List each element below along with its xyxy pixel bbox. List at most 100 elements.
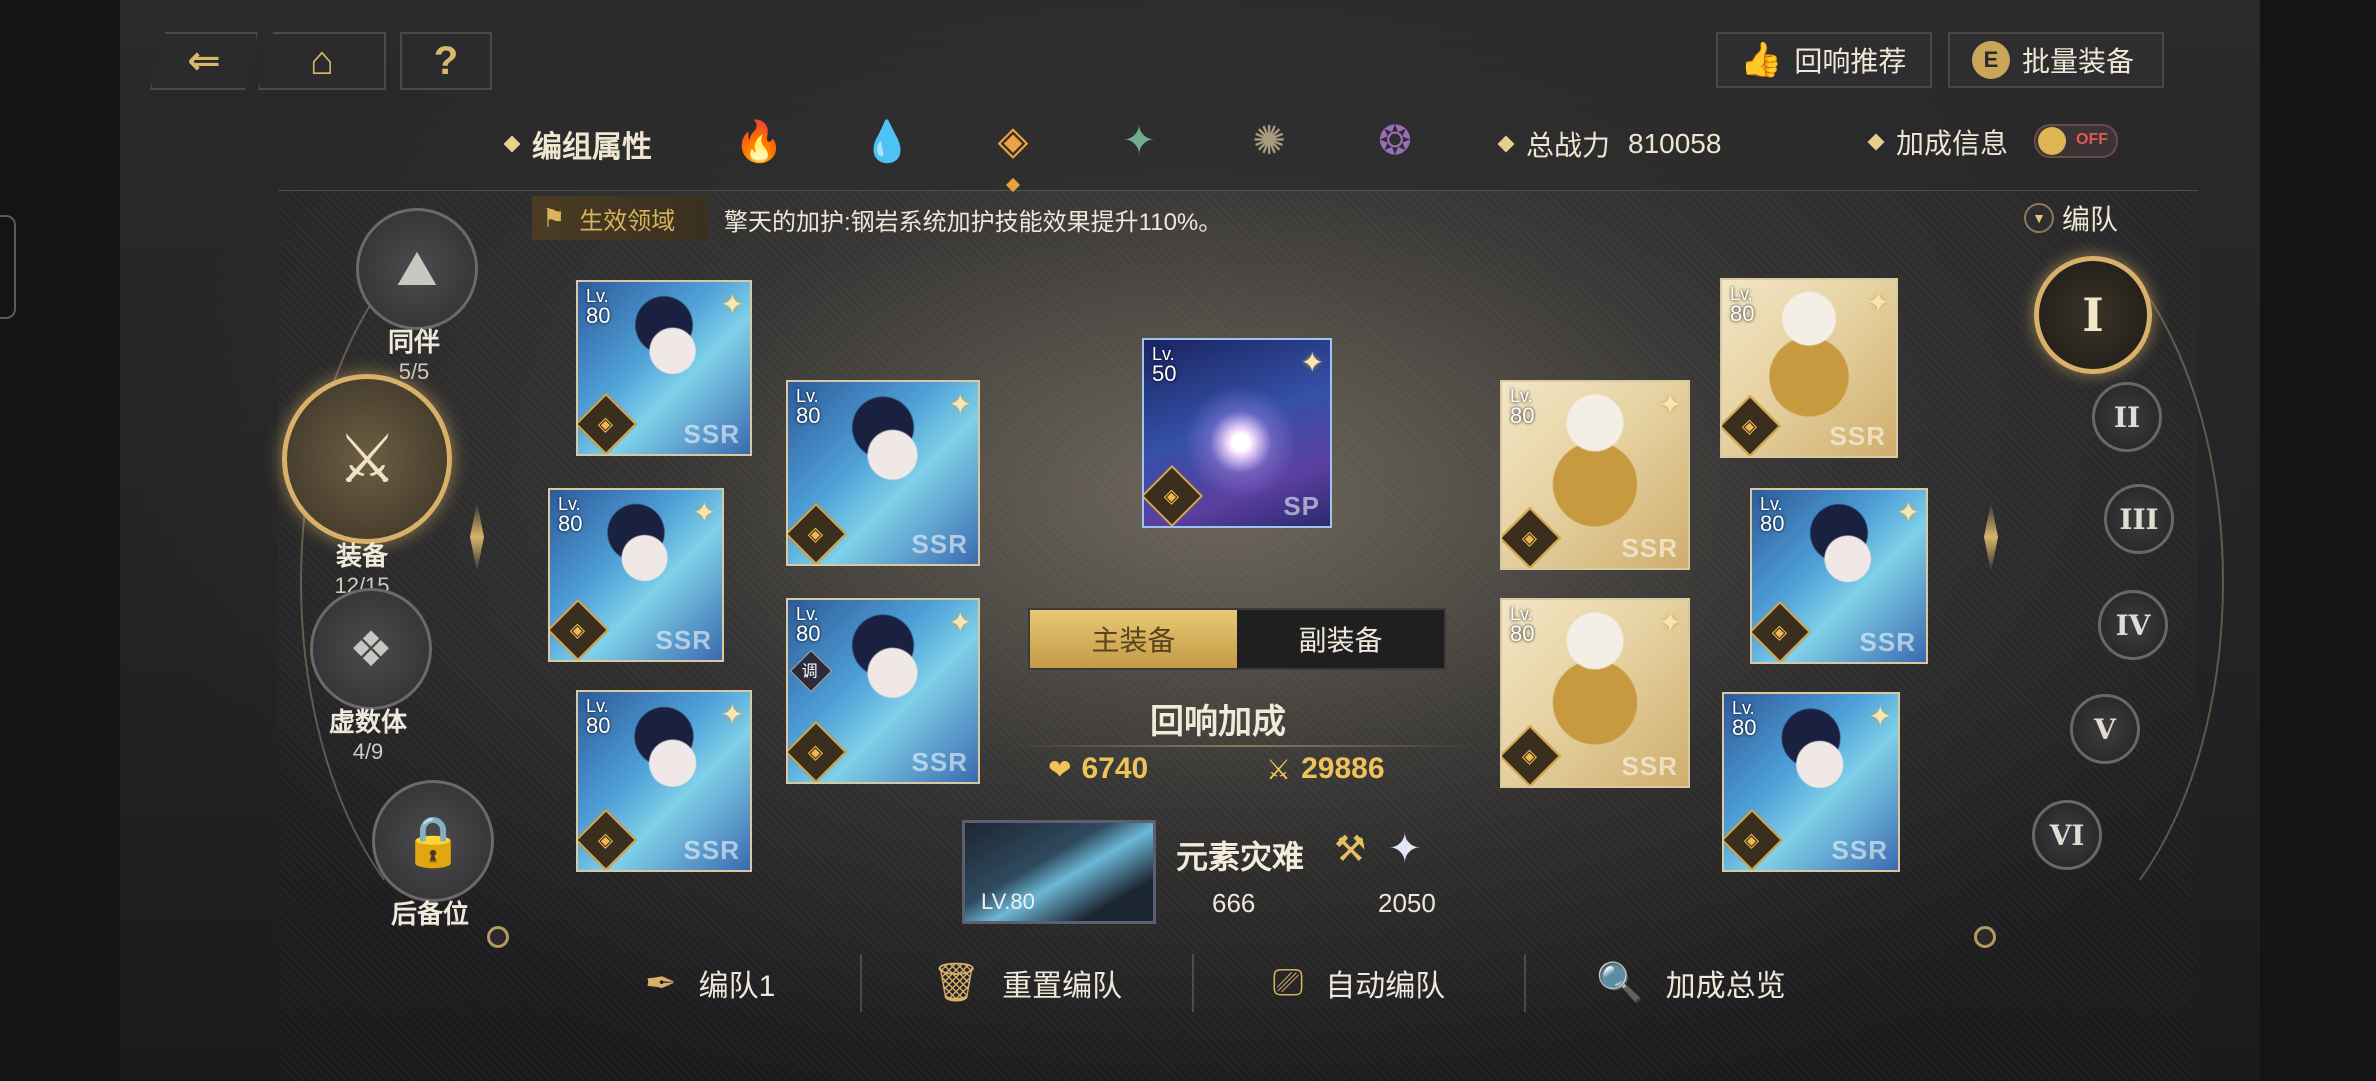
total-power: 总战力 810058: [1497, 124, 1722, 164]
rarity-label: SSR: [1859, 627, 1916, 657]
category-label: 后备位: [390, 899, 469, 929]
category-label: 虚数体: [328, 707, 407, 737]
rock-element-icon: ◈: [578, 392, 638, 454]
star-icon: ✦: [1658, 389, 1682, 420]
bottom-action-1[interactable]: ✒ 编队1: [560, 940, 860, 1026]
rarity-label: SSR: [1829, 421, 1886, 451]
weapon-value-1: 666: [1212, 888, 1256, 918]
right-node: [1974, 926, 1996, 948]
effect-field-badge: ⚑ 生效领域: [532, 196, 708, 240]
home-button[interactable]: ⌂: [258, 32, 386, 90]
star-icon: ✦: [692, 497, 716, 528]
fire-element-icon[interactable]: 🔥: [730, 112, 788, 170]
bonus-info-toggle[interactable]: OFF: [2034, 124, 2118, 158]
card-level: Lv. 80: [1760, 494, 1785, 536]
home-icon: ⌂: [309, 38, 335, 83]
bottom-action-3[interactable]: ⎚ 自动编队: [1194, 940, 1524, 1026]
water-element-icon[interactable]: 💧: [858, 112, 916, 170]
bottom-action-2[interactable]: 🗑 重置编队: [862, 940, 1192, 1026]
bottom-action-label: 编队1: [698, 970, 776, 1003]
rock-element-icon: ◈: [1144, 464, 1204, 526]
category-count: 4/9: [352, 739, 384, 764]
team-1-button[interactable]: I: [2034, 256, 2152, 374]
card-level: Lv. 80: [1730, 284, 1755, 326]
card-level: Lv. 80: [1510, 386, 1535, 428]
divider: [1008, 745, 1478, 747]
rock-element-icon[interactable]: ◈: [984, 112, 1042, 170]
hammer-icon: ⚒: [1334, 828, 1367, 869]
card-level: Lv. 80: [796, 386, 821, 428]
team-2-button[interactable]: II: [2092, 382, 2162, 452]
echo-recommend-button[interactable]: 👍 回响推荐: [1716, 32, 1932, 88]
category-label: 装备: [335, 541, 388, 571]
category-1[interactable]: ⛰ 同伴 5/5: [356, 208, 478, 385]
rock-element-icon: ◈: [1724, 808, 1784, 870]
bonus-info-label: 加成信息: [1867, 122, 2008, 162]
equipment-card[interactable]: Lv. 80 ✦ ◈ SSR: [576, 280, 752, 456]
star-icon: ✦: [1658, 607, 1682, 638]
dark-element-icon[interactable]: ❂: [1366, 112, 1424, 170]
chevron-down-icon: ▼: [2024, 203, 2054, 233]
light-element-icon[interactable]: ✺: [1240, 112, 1298, 170]
help-icon: ?: [433, 38, 459, 83]
side-handle[interactable]: [0, 215, 16, 319]
echo-atk: ⚔ 29886: [1266, 752, 1385, 785]
equip-tabs: 主装备 副装备: [1028, 608, 1446, 670]
star-shard-icon: ✦: [1388, 827, 1422, 871]
total-power-value: 810058: [1628, 128, 1722, 159]
category-4[interactable]: 🔒 后备位: [372, 780, 494, 931]
team-3-button[interactable]: III: [2104, 484, 2174, 554]
equipment-card[interactable]: Lv. 80 ✦ ◈ SSR: [1500, 598, 1690, 788]
category-2[interactable]: ⚔ 装备 12/15: [282, 374, 452, 599]
heart-icon: ❤: [1048, 753, 1072, 785]
right-ornament: [1976, 492, 2006, 582]
wind-element-icon[interactable]: ✦: [1110, 112, 1168, 170]
equipment-card[interactable]: Lv. 80 ✦ ◈ SSR: [576, 690, 752, 872]
team-dropdown[interactable]: ▼ 编队: [2024, 198, 2118, 238]
equipment-card[interactable]: Lv. 80 ✦ ◈ SSR: [1720, 278, 1898, 458]
category-3[interactable]: ❖ 虚数体 4/9: [310, 588, 432, 765]
team-5-button[interactable]: V: [2070, 694, 2140, 764]
equipment-card[interactable]: Lv. 80 ✦ ◈ SSR: [1722, 692, 1900, 872]
team-6-button[interactable]: VI: [2032, 800, 2102, 870]
left-ornament: [462, 492, 492, 582]
star-icon: ✦: [720, 289, 744, 320]
auto-team-icon: ⎚: [1272, 961, 1304, 1004]
card-level: Lv. 50: [1152, 344, 1177, 386]
rock-element-icon: ◈: [578, 808, 638, 870]
lock-icon: 🔒: [372, 780, 494, 902]
rock-element-icon: ◈: [1502, 506, 1562, 568]
card-level: Lv. 80: [586, 696, 611, 738]
equipment-card[interactable]: Lv. 80 ✦ ◈ SSR: [548, 488, 724, 662]
equipment-card[interactable]: Lv. 80 ✦ ◈ SSR: [786, 380, 980, 566]
back-arrow-icon: ⇐: [187, 39, 221, 83]
quill-icon: ✒: [644, 962, 677, 1005]
effect-field-text: 擎天的加护:钢岩系统加护技能效果提升110%。: [724, 209, 1223, 236]
star-icon: ✦: [1866, 287, 1890, 318]
batch-equip-button[interactable]: E 批量装备: [1948, 32, 2164, 88]
star-icon: ✦: [948, 389, 972, 420]
equipment-card[interactable]: Lv. 80 ✦ ◈ SSR: [1500, 380, 1690, 570]
equipment-card[interactable]: Lv. 80 ✦ 调 ◈ SSR: [786, 598, 980, 784]
category-label: 同伴: [387, 327, 440, 357]
equipment-card[interactable]: Lv. 80 ✦ ◈ SSR: [1750, 488, 1928, 664]
rock-element-icon: ◈: [788, 720, 848, 782]
back-button[interactable]: ⇐: [150, 32, 258, 90]
companion-icon: ⛰: [356, 208, 478, 330]
help-button[interactable]: ?: [400, 32, 492, 90]
equipment-card[interactable]: Lv. 50 ✦ ◈ SP: [1142, 338, 1332, 528]
bottom-action-4[interactable]: 🔍 加成总览: [1526, 940, 1856, 1026]
card-level: Lv. 80: [796, 604, 821, 646]
weapon-value-2: 2050: [1378, 888, 1436, 918]
card-level: Lv. 80: [586, 286, 611, 328]
tab-main-equip[interactable]: 主装备: [1030, 610, 1237, 668]
tab-sub-equip[interactable]: 副装备: [1237, 610, 1444, 668]
trash-icon: 🗑: [931, 962, 981, 1004]
rock-element-icon: ◈: [1502, 724, 1562, 786]
weapon-name: 元素灾难: [1176, 839, 1305, 875]
team-4-button[interactable]: IV: [2098, 590, 2168, 660]
rarity-label: SSR: [1621, 751, 1678, 781]
weapon-slot[interactable]: LV.80: [962, 820, 1156, 924]
rarity-label: SSR: [1621, 533, 1678, 563]
rarity-label: SSR: [911, 529, 968, 559]
